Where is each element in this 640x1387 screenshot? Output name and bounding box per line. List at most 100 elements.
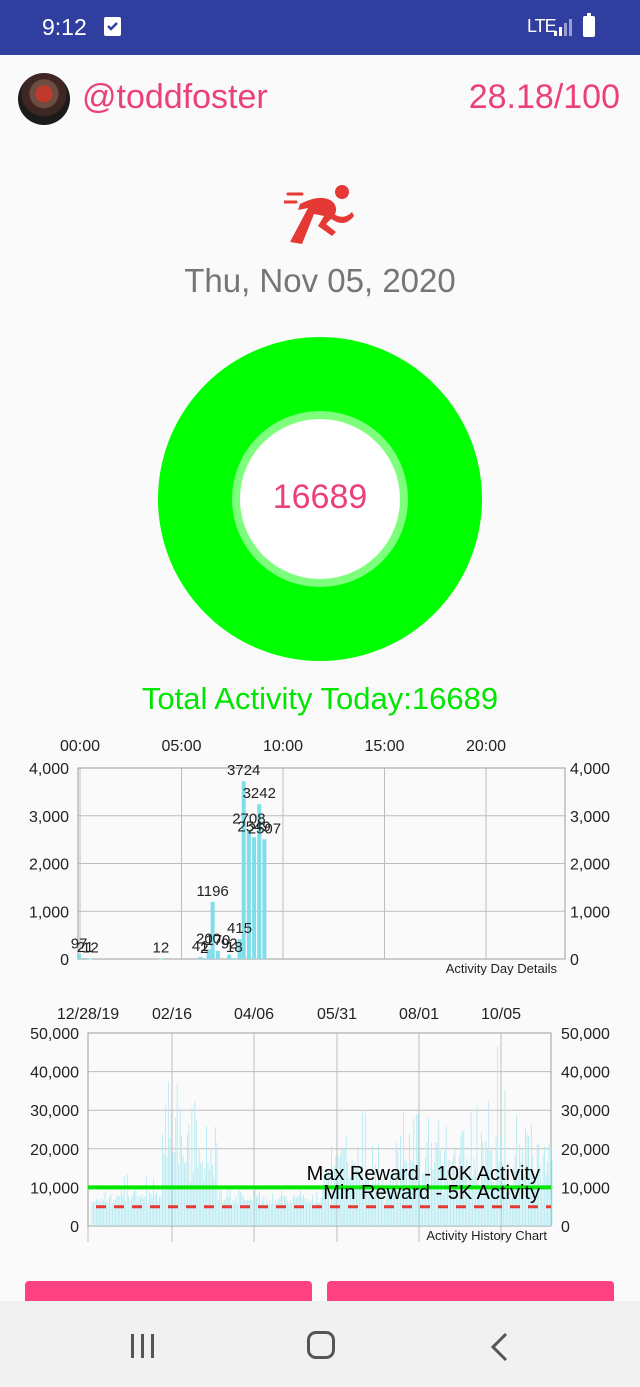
history-bar xyxy=(294,1196,296,1226)
day-bar xyxy=(158,958,163,960)
history-bar xyxy=(92,1202,94,1226)
day-bar xyxy=(262,839,267,959)
history-bar xyxy=(126,1173,128,1226)
runner-icon xyxy=(284,185,354,244)
history-bar xyxy=(185,1161,187,1226)
history-bar xyxy=(162,1134,163,1226)
day-y-tick-left: 4,000 xyxy=(29,761,69,778)
history-bar xyxy=(107,1203,109,1226)
history-x-tick: 10/05 xyxy=(481,1006,521,1023)
history-bar xyxy=(209,1170,210,1226)
day-x-tick: 05:00 xyxy=(161,738,201,755)
history-bar xyxy=(179,1107,181,1226)
history-bar xyxy=(150,1193,152,1226)
history-bar xyxy=(269,1200,271,1226)
history-bar xyxy=(235,1196,237,1226)
day-y-tick-right: 3,000 xyxy=(570,809,610,826)
history-bar xyxy=(109,1197,110,1226)
history-bar xyxy=(379,1200,381,1226)
history-bar xyxy=(112,1203,113,1226)
history-bar xyxy=(178,1164,180,1226)
activity-history-chart: 0 0 10,000 10,000 20,000 20,000 30,000 30,000 40… xyxy=(30,1006,610,1243)
history-bar xyxy=(213,1177,215,1226)
history-bar xyxy=(129,1200,131,1226)
history-bar xyxy=(545,1174,547,1226)
status-bar: 9:12 LTE xyxy=(0,0,640,55)
history-bar xyxy=(279,1196,281,1226)
history-bar xyxy=(281,1190,282,1226)
history-bar xyxy=(137,1201,138,1226)
history-bar xyxy=(135,1190,137,1226)
day-data-label: 3242 xyxy=(243,785,276,802)
history-bar xyxy=(207,1162,209,1226)
history-y-tick-left: 0 xyxy=(70,1219,79,1236)
history-bar xyxy=(245,1200,247,1226)
history-x-tick: 02/16 xyxy=(152,1006,192,1023)
day-data-label: 2507 xyxy=(248,820,281,837)
history-bar xyxy=(311,1194,313,1226)
history-y-tick-left: 50,000 xyxy=(30,1026,79,1043)
history-bar xyxy=(138,1195,140,1226)
history-bar xyxy=(175,1117,177,1226)
history-bar xyxy=(106,1201,108,1226)
history-bar xyxy=(98,1199,100,1226)
history-bar xyxy=(320,1197,322,1226)
history-bar xyxy=(228,1196,230,1226)
history-bar xyxy=(263,1195,265,1226)
history-bar xyxy=(251,1200,253,1226)
history-bar xyxy=(103,1200,105,1226)
history-bar xyxy=(119,1196,121,1226)
history-bar xyxy=(219,1187,221,1226)
history-bar xyxy=(275,1199,277,1226)
home-icon[interactable] xyxy=(307,1331,335,1359)
history-bar xyxy=(125,1201,127,1226)
history-bar xyxy=(139,1197,141,1226)
day-bar xyxy=(215,950,220,959)
history-bar xyxy=(145,1176,147,1226)
history-bar xyxy=(289,1200,291,1226)
history-x-tick: 08/01 xyxy=(399,1006,439,1023)
history-bar xyxy=(257,1194,259,1226)
history-bar xyxy=(504,1090,506,1226)
history-bar xyxy=(173,1153,175,1226)
day-x-tick: 10:00 xyxy=(263,738,303,755)
history-bar xyxy=(197,1168,199,1226)
history-bar xyxy=(247,1199,249,1226)
back-icon[interactable] xyxy=(487,1331,511,1363)
day-y-tick-left: 3,000 xyxy=(29,809,69,826)
history-bar xyxy=(214,1127,216,1226)
history-bar xyxy=(159,1196,160,1226)
history-bar xyxy=(220,1190,222,1226)
history-bar xyxy=(160,1196,162,1226)
day-bar xyxy=(232,958,237,960)
history-bar xyxy=(278,1198,280,1226)
history-bar xyxy=(95,1198,97,1226)
history-bar xyxy=(253,1196,255,1226)
day-x-tick: 15:00 xyxy=(364,738,404,755)
history-bar xyxy=(542,1154,544,1226)
history-bar xyxy=(164,1104,166,1226)
history-y-tick-left: 40,000 xyxy=(30,1065,79,1082)
history-bar xyxy=(117,1195,119,1226)
recent-apps-icon[interactable] xyxy=(129,1334,157,1358)
history-bar xyxy=(167,1081,169,1226)
history-bar xyxy=(122,1196,124,1226)
day-data-label: 3724 xyxy=(227,762,260,779)
history-bar xyxy=(266,1198,268,1226)
history-bar xyxy=(200,1163,202,1226)
task-check-icon xyxy=(104,17,121,36)
history-bar xyxy=(94,1201,96,1226)
history-bar xyxy=(254,1188,256,1226)
history-bar xyxy=(157,1201,159,1226)
user-avatar[interactable] xyxy=(18,73,70,125)
history-bar xyxy=(91,1202,93,1226)
username[interactable]: @toddfoster xyxy=(82,78,268,117)
history-bar xyxy=(300,1190,302,1226)
history-bar xyxy=(298,1195,300,1226)
day-y-tick-left: 2,000 xyxy=(29,857,69,874)
history-bar xyxy=(310,1200,312,1226)
history-bar xyxy=(114,1200,116,1226)
history-bar xyxy=(306,1201,307,1226)
history-bar xyxy=(238,1188,240,1226)
history-bar xyxy=(147,1202,149,1226)
